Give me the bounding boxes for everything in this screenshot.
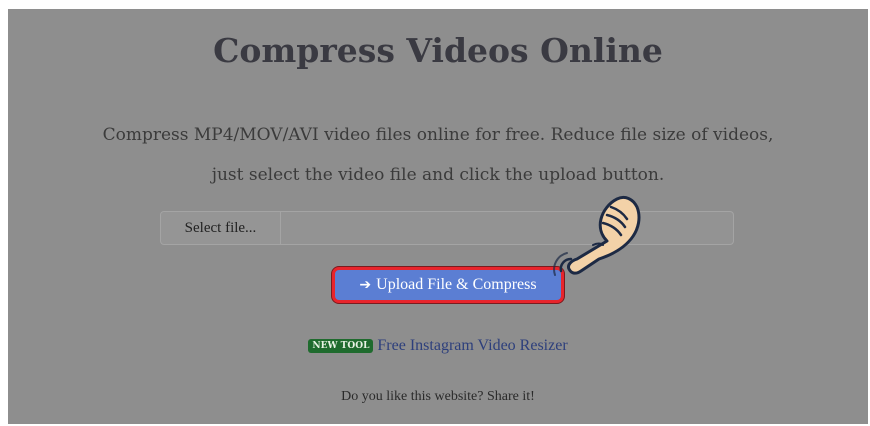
new-tool-badge: NEW TOOL	[308, 339, 374, 353]
description-line-2: just select the video file and click the…	[211, 165, 665, 185]
upload-button-label: Upload File & Compress	[376, 276, 537, 293]
page-title: Compress Videos Online	[213, 31, 663, 70]
upload-compress-button[interactable]: ➔ Upload File & Compress	[332, 267, 564, 303]
new-tool-promo: NEW TOOL Free Instagram Video Resizer	[8, 337, 868, 355]
page-description: Compress MP4/MOV/AVI video files online …	[8, 115, 868, 195]
description-line-1: Compress MP4/MOV/AVI video files online …	[102, 125, 774, 145]
arrow-right-icon: ➔	[359, 277, 372, 293]
hand-pointer-icon	[553, 195, 641, 276]
file-name-field[interactable]	[281, 212, 733, 244]
dimmed-page: Compress Videos Online Compress MP4/MOV/…	[8, 9, 868, 424]
instagram-resizer-link[interactable]: Free Instagram Video Resizer	[377, 337, 567, 354]
select-file-button[interactable]: Select file...	[161, 212, 281, 244]
file-input[interactable]: Select file...	[160, 211, 734, 245]
share-prompt: Do you like this website? Share it!	[341, 389, 535, 404]
